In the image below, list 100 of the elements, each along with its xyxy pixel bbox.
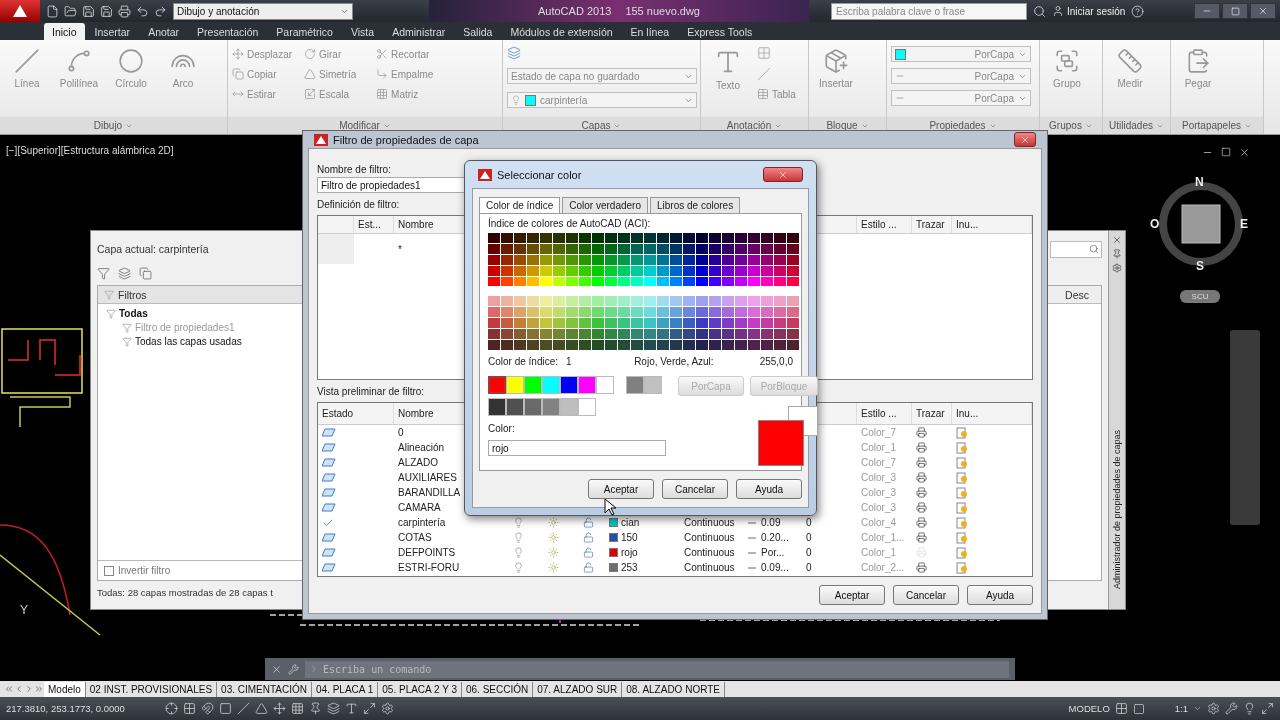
search-field[interactable] bbox=[1050, 240, 1102, 258]
column-header[interactable]: Est... bbox=[358, 219, 381, 230]
layout-tab[interactable]: 06. SECCIÓN bbox=[461, 681, 534, 697]
color-palette-grid[interactable] bbox=[488, 232, 800, 287]
layout-tab[interactable]: 07. ALZADO SUR bbox=[533, 681, 623, 697]
layout-tab[interactable]: 08. ALZADO NORTE bbox=[622, 681, 725, 697]
status-toggle-icon bbox=[1207, 702, 1220, 715]
compass-label: O bbox=[1150, 217, 1160, 231]
column-header[interactable]: Estilo ... bbox=[861, 219, 897, 230]
color-swatch[interactable] bbox=[524, 376, 542, 394]
ribbon-tab[interactable]: Inicio bbox=[44, 23, 85, 40]
column-header[interactable]: Estado bbox=[322, 408, 354, 419]
layout-tab[interactable]: 03. CIMENTACIÓN bbox=[217, 681, 312, 697]
dialog-button[interactable]: Ayuda bbox=[736, 479, 802, 499]
layer-name: AUXILIARES bbox=[398, 472, 457, 483]
color-swatch bbox=[525, 94, 536, 106]
ucs-button[interactable]: SCU bbox=[1180, 290, 1220, 303]
color-swatch[interactable] bbox=[578, 376, 596, 394]
color-palette-grid[interactable] bbox=[488, 296, 800, 350]
ribbon-group-label[interactable]: Dibujo bbox=[0, 117, 227, 134]
column-header[interactable]: Trazar bbox=[916, 408, 945, 419]
color-swatch[interactable] bbox=[488, 376, 506, 394]
model-space-label[interactable]: MODELO bbox=[1068, 703, 1110, 714]
column-header[interactable]: Inu... bbox=[956, 408, 979, 419]
column-header[interactable]: Nombre bbox=[398, 219, 434, 230]
layer-name: BARANDILLA bbox=[398, 487, 461, 498]
color-swatch[interactable] bbox=[506, 376, 524, 394]
layout-tab[interactable]: 04. PLACA 1 bbox=[312, 681, 379, 697]
color-swatch[interactable] bbox=[542, 398, 560, 416]
filter-tree-item[interactable]: Todas bbox=[106, 308, 294, 319]
ribbon-tab[interactable]: Express Tools bbox=[679, 23, 761, 40]
ribbon-tab[interactable]: Módulos de extensión bbox=[502, 23, 621, 40]
folder-icon bbox=[64, 4, 77, 18]
minimize-button[interactable] bbox=[1194, 3, 1220, 19]
plot-style: Color_1... bbox=[861, 532, 905, 543]
color-swatch[interactable] bbox=[560, 376, 578, 394]
lineweight: 0.20... bbox=[761, 532, 789, 543]
sheet-icon bbox=[956, 471, 968, 484]
filter-tree-item[interactable]: Todas las capas usadas bbox=[106, 336, 294, 347]
ribbon-tab[interactable]: Vista bbox=[342, 23, 383, 40]
ribbon-group-label[interactable]: Utilidades bbox=[1103, 117, 1170, 134]
workspace-dropdown[interactable]: Dibujo y anotación bbox=[173, 2, 353, 20]
layout-tab[interactable]: 05. PLACA 2 Y 3 bbox=[378, 681, 462, 697]
close-button[interactable] bbox=[763, 167, 803, 182]
column-header[interactable]: Nombre bbox=[398, 408, 434, 419]
field-label: Color de índice: bbox=[488, 354, 559, 369]
status-toggle-icon bbox=[236, 702, 250, 715]
sign-in-button[interactable]: Iniciar sesión bbox=[1052, 5, 1126, 17]
dialog-button[interactable]: Cancelar bbox=[662, 479, 728, 499]
last-icon bbox=[34, 684, 44, 694]
color-name-field[interactable]: rojo bbox=[488, 440, 666, 456]
ribbon-tab[interactable]: Paramétrico bbox=[268, 23, 341, 40]
search-icon bbox=[1033, 4, 1046, 18]
dialog-tab[interactable]: Libros de colores bbox=[650, 197, 741, 213]
color-swatch[interactable] bbox=[488, 398, 506, 416]
search-field[interactable]: Escriba palabra clave o frase bbox=[831, 2, 1027, 20]
column-header[interactable]: Desc bbox=[1065, 288, 1089, 301]
invert-filter-checkbox[interactable]: Invertir filtro bbox=[98, 560, 302, 580]
ribbon-tab[interactable]: Anotar bbox=[140, 23, 188, 40]
color-swatch[interactable] bbox=[542, 376, 560, 394]
filter-name-field[interactable]: Filtro de propiedades1 bbox=[317, 177, 467, 193]
ribbon-tab[interactable]: Insertar bbox=[86, 23, 139, 40]
dialog-button[interactable]: Aceptar bbox=[588, 479, 654, 499]
dialog-button[interactable]: Aceptar bbox=[819, 585, 885, 605]
lightbulb-icon bbox=[513, 547, 524, 558]
ucs-axis-label: Y bbox=[20, 603, 28, 617]
column-header[interactable]: Estilo ... bbox=[861, 408, 897, 419]
move-icon bbox=[232, 48, 244, 60]
application-button[interactable] bbox=[0, 0, 40, 22]
color-swatch[interactable] bbox=[578, 398, 596, 416]
ribbon-group-label[interactable]: Grupos bbox=[1040, 117, 1102, 134]
column-header[interactable]: Trazar bbox=[916, 219, 945, 230]
maximize-button[interactable] bbox=[1222, 3, 1248, 19]
dialog-button[interactable]: Ayuda bbox=[967, 585, 1033, 605]
ribbon-tab[interactable]: Salida bbox=[455, 23, 501, 40]
corner-arrow-icon bbox=[376, 68, 389, 80]
close-button[interactable] bbox=[1250, 3, 1276, 19]
compass-label: S bbox=[1196, 259, 1204, 273]
color-swatch[interactable] bbox=[506, 398, 524, 416]
color-swatch[interactable] bbox=[524, 398, 542, 416]
dialog-tab[interactable]: Color verdadero bbox=[562, 197, 648, 213]
close-button[interactable] bbox=[1014, 132, 1036, 147]
layout-tab[interactable]: Modelo bbox=[44, 681, 86, 697]
dialog-tab[interactable]: Color de índice bbox=[479, 197, 561, 213]
line-icon bbox=[14, 48, 40, 74]
row-header-cell[interactable] bbox=[318, 234, 354, 264]
ribbon-tab[interactable]: Administrar bbox=[384, 23, 454, 40]
color-swatch[interactable] bbox=[560, 398, 578, 416]
ribbon-tab[interactable]: En línea bbox=[622, 23, 678, 40]
layout-tab[interactable]: 02 INST. PROVISIONALES bbox=[85, 681, 218, 697]
ribbon-group-label[interactable]: Portapapeles bbox=[1171, 117, 1263, 134]
viewport-label[interactable]: [−][Superior][Estructura alámbrica 2D] bbox=[6, 145, 174, 156]
ribbon-tab[interactable]: Presentación bbox=[189, 23, 267, 40]
color-swatch[interactable] bbox=[626, 376, 644, 394]
annotation-scale[interactable]: 1:1 bbox=[1174, 703, 1188, 714]
next-icon bbox=[24, 684, 34, 694]
color-swatch[interactable] bbox=[644, 376, 662, 394]
column-header[interactable]: Inu... bbox=[956, 219, 979, 230]
dialog-button[interactable]: Cancelar bbox=[893, 585, 959, 605]
color-swatch[interactable] bbox=[596, 376, 614, 394]
